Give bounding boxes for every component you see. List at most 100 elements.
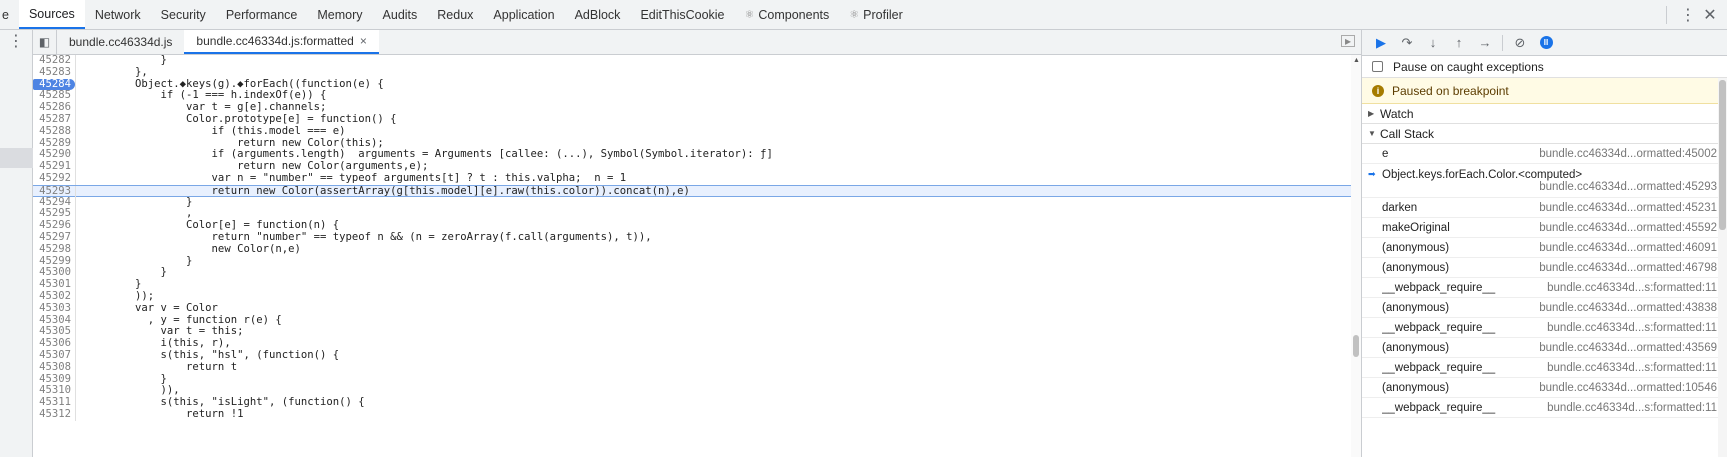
code-area[interactable]: 45282 } 45283 }, 45284 Object.◆keys(g).◆fo… [33, 55, 1355, 457]
call-frame[interactable]: __webpack_require__ bundle.cc46334d...s:f… [1362, 318, 1727, 338]
step-out-icon[interactable]: ↑ [1446, 32, 1472, 54]
call-frame-current[interactable]: ➡ Object.keys.forEach.Color.<computed> bun… [1362, 164, 1727, 198]
tab-editthiscookie[interactable]: EditThisCookie [630, 0, 734, 29]
tab-adblock[interactable]: AdBlock [565, 0, 631, 29]
call-frame[interactable]: makeOriginal bundle.cc46334d...ormatted:4… [1362, 218, 1727, 238]
tab-profiler[interactable]: ⚛ Profiler [839, 0, 912, 29]
watch-section-header[interactable]: ▶ Watch [1362, 104, 1727, 124]
code-line: 45302 )); [33, 290, 1355, 303]
frame-location[interactable]: bundle.cc46334d...s:formatted:11 [1547, 322, 1717, 334]
line-number[interactable]: 45292 [33, 172, 75, 185]
frame-location[interactable]: bundle.cc46334d...ormatted:45002 [1539, 148, 1717, 160]
code-text: } [84, 266, 167, 279]
call-frame[interactable]: darken bundle.cc46334d...ormatted:45231 [1362, 198, 1727, 218]
call-frame[interactable]: (anonymous) bundle.cc46334d...ormatted:43… [1362, 298, 1727, 318]
tab-redux[interactable]: Redux [427, 0, 483, 29]
tab-network[interactable]: Network [85, 0, 151, 29]
tab-e[interactable]: e [0, 0, 19, 29]
toggle-navigator-icon[interactable]: ◧ [33, 30, 57, 54]
call-frame[interactable]: __webpack_require__ bundle.cc46334d...s:f… [1362, 278, 1727, 298]
source-editor: ◧ bundle.cc46334d.js bundle.cc46334d.js:f… [33, 30, 1361, 457]
tab-application[interactable]: Application [483, 0, 564, 29]
call-frame[interactable]: (anonymous) bundle.cc46334d...ormatted:43… [1362, 338, 1727, 358]
file-tab-formatted[interactable]: bundle.cc46334d.js:formatted × [184, 30, 379, 54]
line-number[interactable]: 45283 [33, 66, 75, 79]
line-number[interactable]: 45303 [33, 302, 75, 315]
tab-label: Audits [382, 7, 418, 22]
frame-function-name: makeOriginal [1382, 221, 1450, 234]
line-number[interactable]: 45312 [33, 408, 75, 421]
sidebar-scrollbar[interactable] [1718, 78, 1727, 457]
frame-location[interactable]: bundle.cc46334d...s:formatted:11 [1547, 402, 1717, 414]
frame-location[interactable]: bundle.cc46334d...ormatted:43838 [1539, 302, 1717, 314]
tab-security[interactable]: Security [151, 0, 216, 29]
frame-function-name: (anonymous) [1382, 241, 1450, 254]
call-stack-section-header[interactable]: ▼ Call Stack [1362, 124, 1727, 144]
step-icon[interactable]: → [1472, 32, 1498, 54]
gutter-divider [75, 55, 76, 67]
deactivate-breakpoints-icon[interactable]: ⊘ [1507, 32, 1533, 54]
frame-location[interactable]: bundle.cc46334d...ormatted:46091 [1539, 242, 1717, 254]
line-number[interactable]: 45288 [33, 125, 75, 138]
toggle-debugger-icon[interactable]: ▸ [1341, 35, 1355, 47]
frame-location[interactable]: bundle.cc46334d...ormatted:45592 [1539, 222, 1717, 234]
step-over-icon[interactable]: ↷ [1394, 32, 1420, 54]
frame-location[interactable]: bundle.cc46334d...ormatted:10546 [1539, 382, 1717, 394]
code-text: }, [84, 65, 148, 78]
tab-sources[interactable]: Sources [18, 0, 85, 29]
gutter-divider [75, 243, 76, 256]
pause-on-caught-row[interactable]: Pause on caught exceptions [1362, 56, 1727, 78]
file-tab-source[interactable]: bundle.cc46334d.js [57, 30, 184, 54]
frame-location[interactable]: bundle.cc46334d...ormatted:43569 [1539, 342, 1717, 354]
navigator-selected-item[interactable] [0, 148, 33, 168]
gutter-divider [75, 102, 76, 114]
close-devtools-icon[interactable]: ✕ [1699, 5, 1721, 25]
scrollbar-thumb[interactable] [1353, 335, 1359, 357]
resume-icon[interactable]: ▶︎ [1368, 32, 1394, 54]
close-tab-icon[interactable]: × [360, 34, 367, 48]
call-frame[interactable]: (anonymous) bundle.cc46334d...ormatted:10… [1362, 378, 1727, 398]
step-into-icon[interactable]: ↓ [1420, 32, 1446, 54]
gutter-divider [75, 90, 76, 103]
scrollbar-thumb[interactable] [1719, 80, 1726, 230]
code-text: return !1 [84, 407, 244, 420]
call-frame[interactable]: (anonymous) bundle.cc46334d...ormatted:46… [1362, 238, 1727, 258]
tab-audits[interactable]: Audits [373, 0, 428, 29]
frame-location[interactable]: bundle.cc46334d...s:formatted:11 [1547, 282, 1717, 294]
gutter-divider [75, 125, 76, 138]
code-text: return t [84, 360, 238, 373]
frame-location[interactable]: bundle.cc46334d...ormatted:45231 [1539, 202, 1717, 214]
tab-performance[interactable]: Performance [216, 0, 308, 29]
code-text: } [84, 55, 167, 66]
more-menu-icon[interactable]: ⋮ [1677, 5, 1699, 25]
code-line: 45300 } [33, 266, 1355, 280]
line-number[interactable]: 45302 [33, 290, 75, 303]
scroll-up-icon[interactable]: ▲ [1353, 57, 1360, 64]
watch-label: Watch [1380, 106, 1414, 121]
call-frame[interactable]: (anonymous) bundle.cc46334d...ormatted:46… [1362, 258, 1727, 278]
pause-on-exceptions-icon[interactable]: II [1533, 32, 1559, 54]
file-tab-bar: ◧ bundle.cc46334d.js bundle.cc46334d.js:f… [33, 30, 1361, 55]
navigator-menu-icon[interactable]: ⋮ [8, 34, 24, 50]
gutter-divider [75, 314, 76, 327]
tab-label: Sources [28, 6, 75, 21]
tab-components[interactable]: ⚛ Components [735, 0, 840, 29]
line-number[interactable]: 45297 [33, 231, 75, 244]
tab-memory[interactable]: Memory [307, 0, 372, 29]
call-frame[interactable]: e bundle.cc46334d...ormatted:45002 [1362, 144, 1727, 164]
call-frame[interactable]: __webpack_require__ bundle.cc46334d...s:f… [1362, 358, 1727, 378]
devtools-tab-bar: e Sources Network Security Performance Memory… [0, 0, 1727, 30]
frame-location[interactable]: bundle.cc46334d...ormatted:46798 [1539, 262, 1717, 274]
line-number[interactable]: 45298 [33, 243, 75, 256]
frame-location[interactable]: bundle.cc46334d...s:formatted:11 [1547, 362, 1717, 374]
line-number[interactable]: 45308 [33, 361, 75, 374]
line-number[interactable]: 45307 [33, 349, 75, 362]
code-text: } [84, 372, 167, 385]
line-number[interactable]: 45287 [33, 113, 75, 126]
frame-location[interactable]: bundle.cc46334d...ormatted:45293 [1382, 181, 1717, 193]
tab-label: Application [493, 7, 555, 22]
pause-on-caught-checkbox[interactable] [1372, 61, 1383, 72]
editor-scrollbar[interactable]: ▲ [1351, 55, 1361, 457]
call-frame[interactable]: __webpack_require__ bundle.cc46334d...s:f… [1362, 398, 1727, 418]
code-text: if (-1 === h.indexOf(e)) { [84, 89, 327, 102]
